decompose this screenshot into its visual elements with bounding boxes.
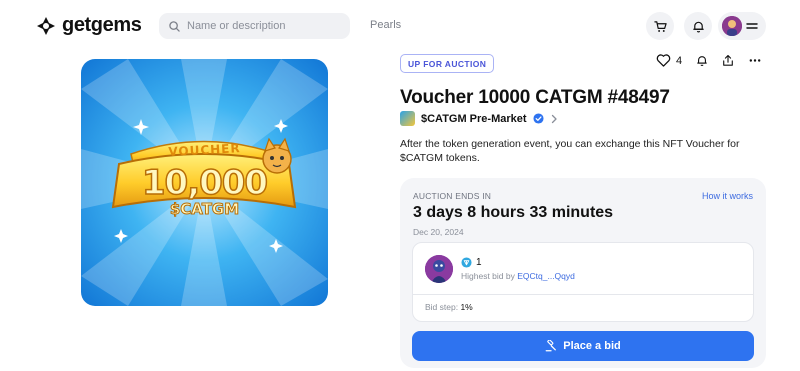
page-title: Voucher 10000 CATGM #48497 (400, 87, 670, 108)
chevron-right-icon (551, 114, 557, 123)
cart-button[interactable] (646, 12, 674, 40)
search-icon (169, 20, 180, 32)
like-button[interactable]: 4 (656, 54, 682, 67)
bidder-avatar-image-icon (425, 255, 453, 283)
collection-link[interactable]: $CATGM Pre-Market (400, 111, 558, 126)
place-bid-label: Place a bid (563, 340, 621, 352)
menu-icon (746, 23, 758, 29)
share-icon[interactable] (722, 54, 734, 67)
bidder-avatar[interactable] (425, 255, 453, 283)
highest-bid-by: Highest bid by EQCtq_...Qqyd (461, 271, 575, 281)
auction-card: AUCTION ENDS IN How it works 3 days 8 ho… (400, 178, 766, 368)
how-it-works-link[interactable]: How it works (702, 191, 753, 201)
nft-description: After the token generation event, you ca… (400, 138, 740, 164)
ton-icon (461, 257, 472, 268)
divider (413, 294, 753, 295)
profile-menu-button[interactable] (718, 12, 766, 40)
avatar-image-icon (722, 16, 742, 36)
more-icon[interactable] (748, 54, 762, 67)
highest-bid-prefix: Highest bid by (461, 271, 518, 281)
status-badge: UP FOR AUCTION (400, 54, 495, 73)
notifications-button[interactable] (684, 12, 712, 40)
voucher-token: $CATGM (169, 200, 240, 219)
auction-countdown: 3 days 8 hours 33 minutes (413, 204, 614, 221)
nft-image[interactable]: VOUCHER 10,000 $CATGM (81, 59, 328, 306)
gavel-icon (545, 340, 557, 352)
bell-icon[interactable] (696, 54, 708, 67)
bell-icon (692, 21, 704, 32)
logo[interactable]: getgems (36, 14, 142, 37)
highest-bidder-link[interactable]: EQCtq_...Qqyd (517, 271, 575, 281)
search-input[interactable] (187, 20, 337, 32)
nft-actions: 4 (656, 54, 762, 67)
nav-link-pearls[interactable]: Pearls (370, 19, 401, 31)
bid-step-label: Bid step: (425, 302, 461, 312)
cart-icon (653, 20, 667, 32)
heart-icon (656, 54, 671, 67)
voucher-amount: 10,000 (141, 162, 269, 204)
logo-text: getgems (62, 14, 142, 36)
collection-name: $CATGM Pre-Market (421, 112, 527, 125)
getgems-logo-icon (37, 16, 55, 35)
bid-step-value: 1% (460, 302, 473, 312)
verified-icon (533, 113, 544, 124)
search-bar[interactable] (159, 13, 350, 39)
auction-end-date: Dec 20, 2024 (413, 227, 464, 237)
avatar (722, 16, 742, 36)
place-bid-button[interactable]: Place a bid (412, 331, 754, 361)
bid-step: Bid step: 1% (425, 302, 473, 312)
highest-bid-box: 1 Highest bid by EQCtq_...Qqyd Bid step:… (412, 242, 754, 322)
auction-ends-label: AUCTION ENDS IN (413, 191, 492, 201)
like-count: 4 (676, 54, 683, 67)
highest-bid-amount-row: 1 (461, 257, 482, 268)
highest-bid-amount: 1 (476, 257, 482, 268)
collection-thumbnail (400, 111, 415, 126)
